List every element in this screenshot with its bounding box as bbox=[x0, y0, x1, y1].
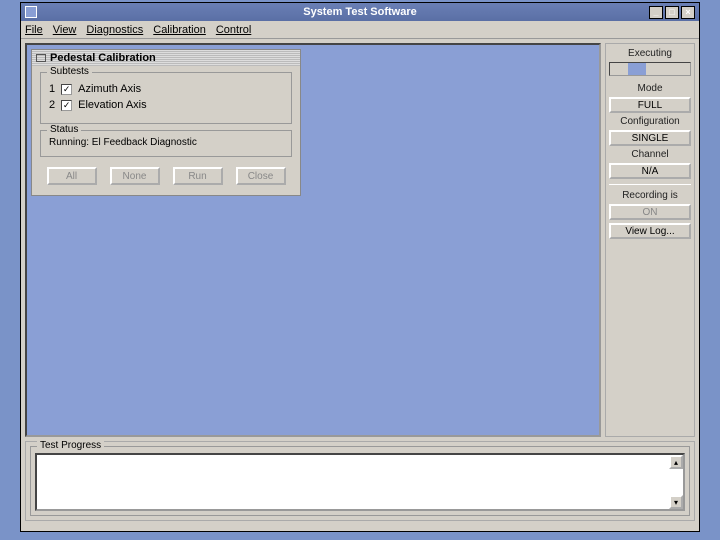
recording-button[interactable]: ON bbox=[609, 204, 691, 220]
scroll-up-icon[interactable]: ▴ bbox=[669, 455, 683, 469]
subtest-label: Azimuth Axis bbox=[78, 83, 141, 95]
bottom-panel: Test Progress ▴ ▾ bbox=[25, 441, 695, 521]
subtest-row: 2 ✓ Elevation Axis bbox=[49, 99, 283, 111]
subtest-checkbox-2[interactable]: ✓ bbox=[61, 100, 72, 111]
run-button[interactable]: Run bbox=[173, 167, 223, 185]
executing-label: Executing bbox=[609, 48, 691, 59]
menu-diagnostics[interactable]: Diagnostics bbox=[86, 24, 143, 36]
progress-legend: Test Progress bbox=[37, 440, 104, 451]
maximize-button[interactable]: □ bbox=[665, 6, 679, 19]
config-label: Configuration bbox=[609, 116, 691, 127]
minimize-button[interactable]: _ bbox=[649, 6, 663, 19]
subtest-checkbox-1[interactable]: ✓ bbox=[61, 84, 72, 95]
dialog-title: Pedestal Calibration bbox=[50, 52, 156, 64]
titlebar: System Test Software _ □ × bbox=[21, 3, 699, 21]
menubar: File View Diagnostics Calibration Contro… bbox=[21, 21, 699, 39]
subtest-number: 1 bbox=[49, 83, 55, 95]
subtest-row: 1 ✓ Azimuth Axis bbox=[49, 83, 283, 95]
scroll-down-icon[interactable]: ▾ bbox=[669, 495, 683, 509]
channel-button[interactable]: N/A bbox=[609, 163, 691, 179]
subtest-label: Elevation Axis bbox=[78, 99, 146, 111]
close-dialog-button[interactable]: Close bbox=[236, 167, 286, 185]
mode-label: Mode bbox=[609, 83, 691, 94]
status-fieldset: Status Running: El Feedback Diagnostic bbox=[40, 130, 292, 157]
side-panel: Executing Mode FULL Configuration SINGLE… bbox=[605, 43, 695, 437]
executing-progress bbox=[609, 62, 691, 76]
subtests-fieldset: Subtests 1 ✓ Azimuth Axis 2 ✓ Elevation … bbox=[40, 72, 292, 124]
close-button[interactable]: × bbox=[681, 6, 695, 19]
status-text: Running: El Feedback Diagnostic bbox=[49, 137, 283, 148]
subtests-legend: Subtests bbox=[47, 66, 92, 77]
status-legend: Status bbox=[47, 124, 81, 135]
app-icon bbox=[25, 6, 37, 18]
main-canvas: Pedestal Calibration Subtests 1 ✓ Azimut… bbox=[25, 43, 601, 437]
none-button[interactable]: None bbox=[110, 167, 160, 185]
viewlog-button[interactable]: View Log... bbox=[609, 223, 691, 239]
window-title: System Test Software bbox=[303, 6, 417, 18]
recording-label: Recording is bbox=[609, 190, 691, 201]
menu-control[interactable]: Control bbox=[216, 24, 251, 36]
dialog-icon bbox=[36, 54, 46, 62]
main-window: System Test Software _ □ × File View Dia… bbox=[20, 2, 700, 532]
menu-file[interactable]: File bbox=[25, 24, 43, 36]
progress-textarea[interactable]: ▴ ▾ bbox=[35, 453, 685, 511]
dialog-titlebar[interactable]: Pedestal Calibration bbox=[32, 50, 300, 66]
menu-view[interactable]: View bbox=[53, 24, 77, 36]
channel-label: Channel bbox=[609, 149, 691, 160]
all-button[interactable]: All bbox=[47, 167, 97, 185]
calibration-dialog: Pedestal Calibration Subtests 1 ✓ Azimut… bbox=[31, 49, 301, 196]
mode-button[interactable]: FULL bbox=[609, 97, 691, 113]
subtest-number: 2 bbox=[49, 99, 55, 111]
config-button[interactable]: SINGLE bbox=[609, 130, 691, 146]
divider bbox=[609, 184, 691, 185]
menu-calibration[interactable]: Calibration bbox=[153, 24, 206, 36]
